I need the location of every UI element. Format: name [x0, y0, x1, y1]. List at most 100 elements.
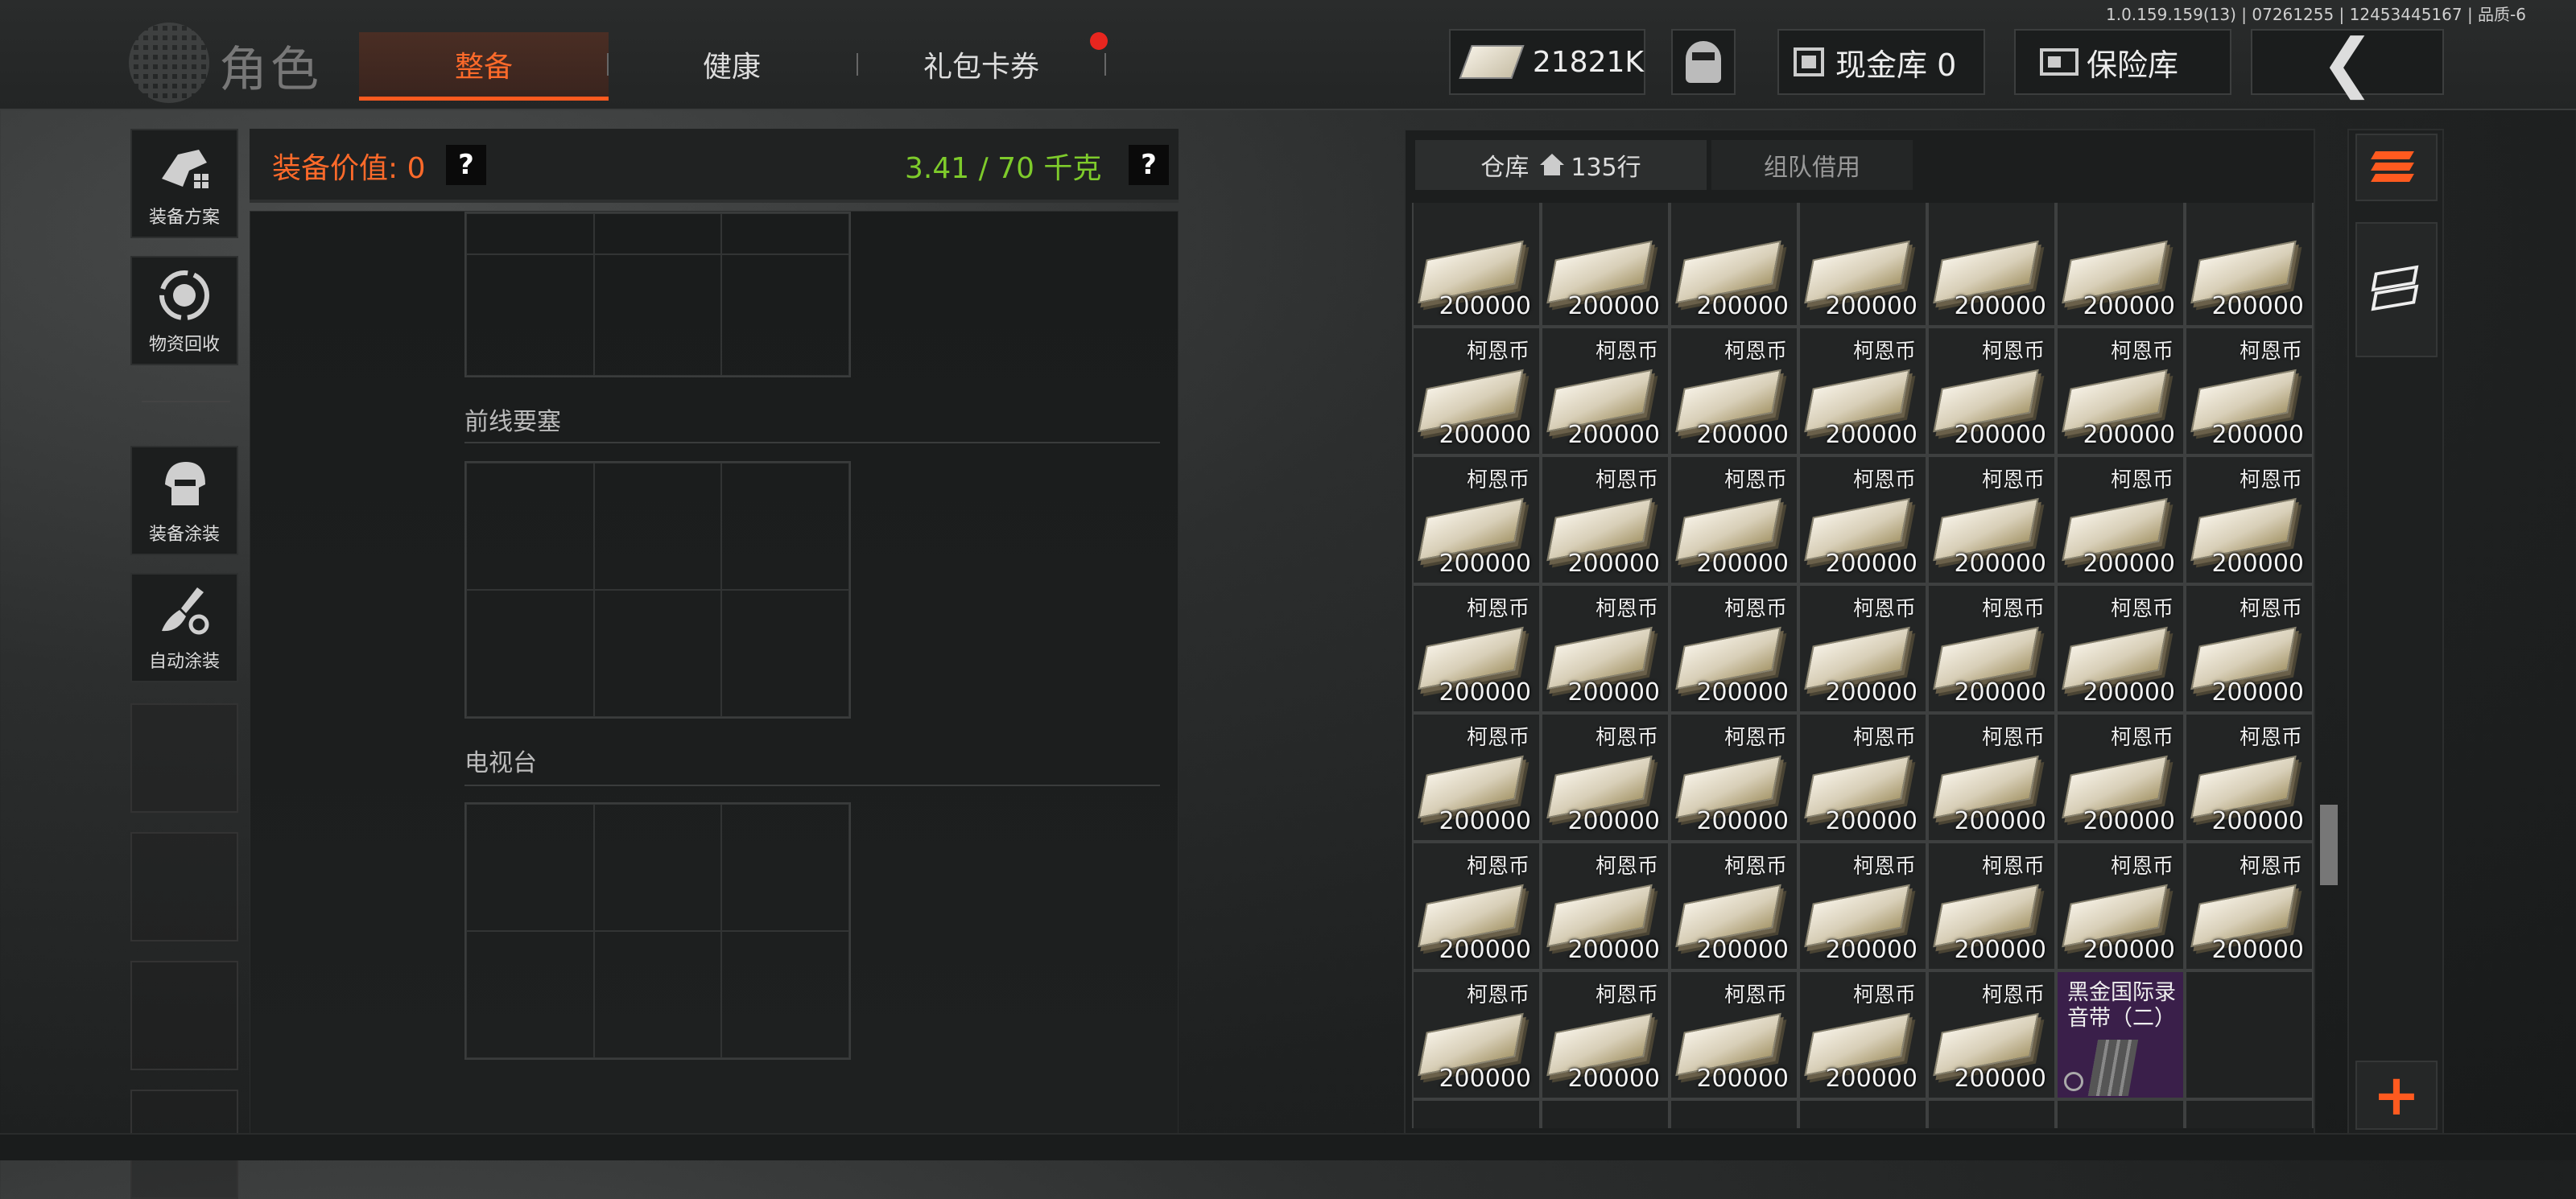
inventory-empty-slot[interactable]: [2185, 1099, 2314, 1128]
inventory-item-cash[interactable]: 柯恩币 200000: [2185, 584, 2314, 713]
inventory-item-cash[interactable]: 柯恩币 200000: [1927, 327, 2056, 455]
sidebar-item-gear-paint[interactable]: 装备涂装: [130, 446, 238, 555]
stack-button[interactable]: [2355, 222, 2438, 357]
paint-brush-icon: [154, 583, 215, 642]
item-name: 柯恩币: [2110, 855, 2174, 879]
inventory-item-cash[interactable]: 柯恩币 200000: [1798, 970, 1927, 1099]
inventory-item-cash[interactable]: 柯恩币 200000: [2185, 455, 2314, 584]
item-quantity: 200000: [1439, 1065, 1531, 1093]
inventory-empty-slot[interactable]: [2185, 970, 2314, 1099]
inventory-item-tape[interactable]: 黑金国际录音带（二）: [2056, 970, 2185, 1099]
inventory-item-cash[interactable]: 柯恩币 200000: [1670, 584, 1798, 713]
safe-button[interactable]: 保险库: [2014, 29, 2231, 95]
agent-icon: [1686, 41, 1721, 83]
inventory-item-cash[interactable]: 柯恩币 200000: [2056, 713, 2185, 842]
inventory-item-cash[interactable]: 柯恩币 200000: [1412, 970, 1541, 1099]
inventory-item-cash[interactable]: 200000: [1927, 203, 2056, 327]
tab-team-borrow[interactable]: 组队借用: [1711, 140, 1913, 190]
inventory-item-cash[interactable]: 柯恩币 200000: [1541, 584, 1670, 713]
cash-vault-button[interactable]: 现金库 0: [1777, 29, 1985, 95]
item-quantity: 200000: [1567, 807, 1660, 835]
inventory-item-cash[interactable]: 柯恩币 200000: [2185, 327, 2314, 455]
inventory-item-cash[interactable]: 柯恩币 200000: [1670, 455, 1798, 584]
tab-storage[interactable]: 仓库 135行: [1415, 140, 1707, 190]
inventory-item-cash[interactable]: 柯恩币 200000: [1798, 455, 1927, 584]
item-name: 柯恩币: [2239, 340, 2302, 364]
slot-grid[interactable]: [464, 802, 851, 1060]
inventory-item-cash[interactable]: 柯恩币 200000: [1798, 842, 1927, 970]
item-name: 柯恩币: [1595, 983, 1658, 1007]
inventory-item-cash[interactable]: 200000: [1798, 203, 1927, 327]
item-quantity: 200000: [2211, 936, 2304, 964]
inventory-item-cash[interactable]: 200000: [2185, 203, 2314, 327]
inventory-item-cash[interactable]: 200000: [2056, 203, 2185, 327]
inventory-item-cash[interactable]: 200000: [1541, 203, 1670, 327]
back-button[interactable]: ❮: [2251, 25, 2444, 100]
inventory-item-cash[interactable]: 柯恩币 200000: [2185, 842, 2314, 970]
inventory-item-cash[interactable]: 柯恩币 200000: [1670, 970, 1798, 1099]
sort-button[interactable]: [2355, 134, 2438, 201]
inventory-empty-slot[interactable]: [1412, 1099, 1541, 1128]
sidebar-item-recycle[interactable]: 物资回收: [130, 256, 238, 365]
currency-amount: 21821K: [1532, 45, 1644, 79]
inventory-item-cash[interactable]: 柯恩币 200000: [1541, 327, 1670, 455]
inventory-item-cash[interactable]: 柯恩币 200000: [1927, 584, 2056, 713]
storage-rows-count: 135行: [1571, 154, 1641, 182]
agent-button[interactable]: [1671, 29, 1736, 95]
inventory-empty-slot[interactable]: [1541, 1099, 1670, 1128]
item-name: 柯恩币: [1981, 726, 2045, 750]
inventory-item-cash[interactable]: 柯恩币 200000: [1412, 455, 1541, 584]
tab-health[interactable]: 健康: [607, 32, 857, 97]
inventory-item-cash[interactable]: 柯恩币 200000: [1412, 842, 1541, 970]
help-button[interactable]: ?: [446, 145, 486, 185]
item-name: 柯恩币: [1981, 340, 2045, 364]
inventory-item-cash[interactable]: 柯恩币 200000: [1541, 970, 1670, 1099]
inventory-empty-slot[interactable]: [1670, 1099, 1798, 1128]
sidebar-item-gear-plan[interactable]: 装备方案: [130, 129, 238, 238]
inventory-item-cash[interactable]: 柯恩币 200000: [1412, 327, 1541, 455]
help-button[interactable]: ?: [1129, 145, 1169, 185]
inventory-item-cash[interactable]: 柯恩币 200000: [1927, 455, 2056, 584]
inventory-item-cash[interactable]: 200000: [1670, 203, 1798, 327]
bottom-strip: [0, 1133, 2576, 1160]
inventory-item-cash[interactable]: 柯恩币 200000: [1798, 584, 1927, 713]
inventory-item-cash[interactable]: 柯恩币 200000: [1541, 713, 1670, 842]
inventory-empty-slot[interactable]: [1927, 1099, 2056, 1128]
gear-value-label: 装备价值: 0: [272, 152, 426, 185]
item-name: 柯恩币: [1981, 983, 2045, 1007]
inventory-item-cash[interactable]: 柯恩币 200000: [1798, 713, 1927, 842]
inventory-item-cash[interactable]: 柯恩币 200000: [1670, 327, 1798, 455]
sidebar-item-auto-paint[interactable]: 自动涂装: [130, 573, 238, 682]
inventory-item-cash[interactable]: 柯恩币 200000: [2056, 842, 2185, 970]
inventory-item-cash[interactable]: 柯恩币 200000: [1412, 584, 1541, 713]
item-name: 柯恩币: [1852, 340, 1916, 364]
inventory-item-cash[interactable]: 柯恩币 200000: [1927, 713, 2056, 842]
inventory-item-cash[interactable]: 柯恩币 200000: [1670, 713, 1798, 842]
tab-gift-cards[interactable]: 礼包卡券: [857, 32, 1106, 97]
inventory-item-cash[interactable]: 柯恩币 200000: [1927, 970, 2056, 1099]
item-quantity: 200000: [1696, 678, 1789, 707]
inventory-item-cash[interactable]: 柯恩币 200000: [2056, 327, 2185, 455]
inventory-empty-slot[interactable]: [2056, 1099, 2185, 1128]
inventory-item-cash[interactable]: 柯恩币 200000: [2185, 713, 2314, 842]
inventory-empty-slot[interactable]: [1798, 1099, 1927, 1128]
add-button[interactable]: +: [2355, 1061, 2438, 1130]
tab-storage-label: 仓库: [1480, 154, 1530, 182]
slot-grid[interactable]: [464, 461, 851, 719]
inventory-item-cash[interactable]: 柯恩币 200000: [1541, 455, 1670, 584]
inventory-item-cash[interactable]: 柯恩币 200000: [1541, 842, 1670, 970]
inventory-item-cash[interactable]: 柯恩币 200000: [1670, 842, 1798, 970]
item-name: 黑金国际录音带（二）: [2067, 980, 2176, 1031]
tab-loadout[interactable]: 整备: [359, 32, 609, 101]
item-quantity: 200000: [1567, 550, 1660, 578]
inventory-item-cash[interactable]: 柯恩币 200000: [1798, 327, 1927, 455]
slot-grid[interactable]: [464, 212, 851, 377]
item-quantity: 200000: [1439, 292, 1531, 320]
inventory-item-cash[interactable]: 柯恩币 200000: [2056, 455, 2185, 584]
inventory-item-cash[interactable]: 柯恩币 200000: [2056, 584, 2185, 713]
scrollbar[interactable]: [2320, 805, 2338, 885]
inventory-item-cash[interactable]: 柯恩币 200000: [1927, 842, 2056, 970]
inventory-item-cash[interactable]: 200000: [1412, 203, 1541, 327]
inventory-item-cash[interactable]: 柯恩币 200000: [1412, 713, 1541, 842]
item-quantity: 200000: [2211, 550, 2304, 578]
